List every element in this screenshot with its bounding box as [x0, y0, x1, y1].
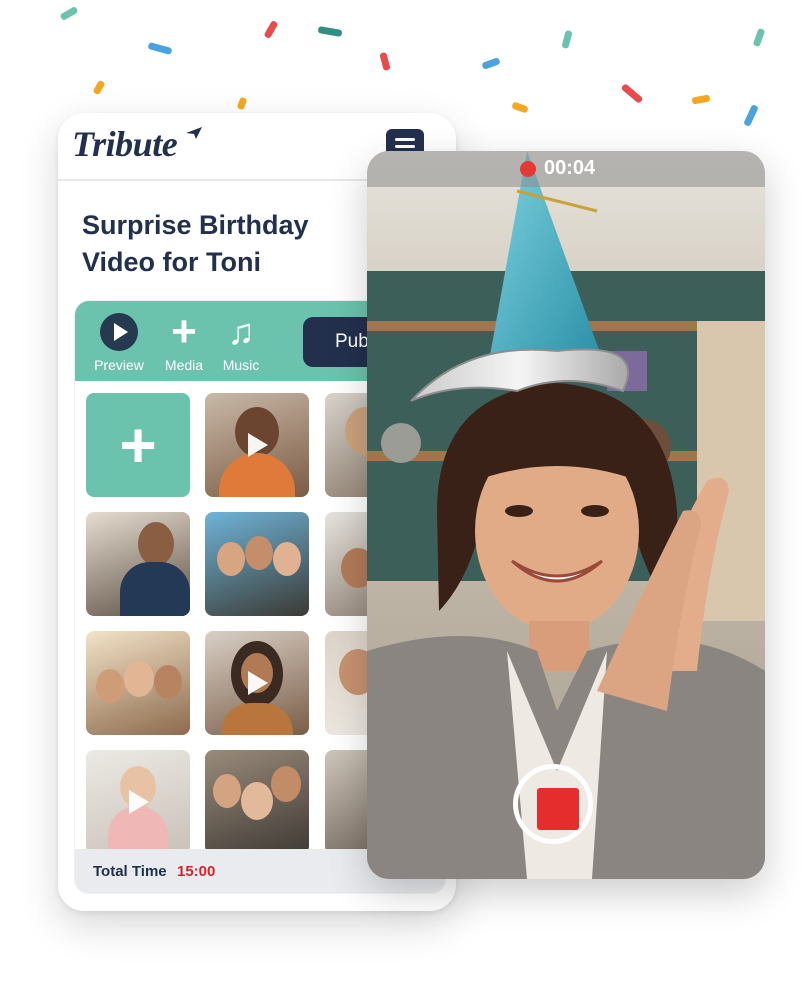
person-silhouette: [213, 774, 241, 808]
person-silhouette: [124, 661, 154, 697]
preview-button[interactable]: Preview: [91, 313, 147, 373]
media-thumbnail[interactable]: [205, 631, 309, 735]
paper-plane-icon: [186, 127, 202, 139]
recording-timer: 00:04: [544, 157, 596, 179]
confetti-piece: [481, 57, 501, 70]
media-thumbnail[interactable]: [205, 393, 309, 497]
play-icon: [129, 790, 149, 814]
media-thumbnail[interactable]: [86, 631, 190, 735]
confetti-piece: [511, 101, 529, 114]
stop-record-icon: [537, 788, 579, 830]
play-icon: [248, 671, 268, 695]
confetti-piece: [59, 5, 79, 22]
confetti-piece: [263, 19, 279, 40]
person-silhouette: [219, 453, 295, 497]
page-title-line: Surprise Birthday: [82, 210, 309, 240]
brand-logo[interactable]: Tribute: [72, 123, 178, 165]
person-silhouette: [96, 669, 124, 703]
video-recorder: 00:04: [367, 151, 765, 879]
page-title-line: Video for Toni: [82, 247, 261, 277]
plus-icon: +: [171, 307, 197, 356]
person-silhouette: [120, 562, 190, 616]
confetti-piece: [236, 96, 248, 111]
person-silhouette: [245, 536, 273, 570]
media-button[interactable]: + Media: [156, 307, 212, 374]
play-icon: [248, 433, 268, 457]
person-silhouette: [241, 782, 273, 820]
music-label: Music: [222, 357, 260, 373]
person-silhouette: [273, 542, 301, 576]
plus-icon: +: [119, 409, 157, 481]
confetti-piece: [691, 94, 711, 105]
add-media-tile[interactable]: +: [86, 393, 190, 497]
recording-dot-icon: [520, 161, 536, 177]
confetti-piece: [92, 79, 106, 96]
confetti-piece: [317, 25, 343, 38]
page-title: Surprise Birthday Video for Toni: [82, 207, 382, 281]
total-time-value: 15:00: [177, 863, 216, 880]
person-silhouette: [154, 665, 182, 699]
hamburger-menu-icon: [395, 145, 415, 148]
person-silhouette: [221, 703, 293, 735]
media-thumbnail[interactable]: [86, 512, 190, 616]
recording-status-bar: 00:04: [367, 151, 765, 187]
confetti-piece: [743, 104, 759, 127]
hamburger-menu-icon: [395, 138, 415, 141]
music-button[interactable]: ♫ Music: [213, 311, 269, 374]
total-time-label: Total Time: [93, 863, 167, 880]
person-silhouette: [138, 522, 174, 566]
music-note-icon: ♫: [227, 311, 255, 352]
preview-label: Preview: [94, 357, 144, 373]
media-thumbnail[interactable]: [86, 750, 190, 854]
confetti-piece: [620, 83, 644, 104]
media-thumbnail[interactable]: [205, 512, 309, 616]
person-silhouette: [217, 542, 245, 576]
stop-record-button[interactable]: [513, 764, 593, 844]
play-circle-icon: [100, 313, 138, 351]
confetti-piece: [561, 29, 573, 50]
confetti-piece: [379, 51, 391, 72]
media-label: Media: [164, 357, 204, 373]
confetti-piece: [752, 27, 766, 48]
person-silhouette: [271, 766, 301, 802]
confetti-piece: [147, 42, 173, 55]
media-thumbnail[interactable]: [205, 750, 309, 854]
